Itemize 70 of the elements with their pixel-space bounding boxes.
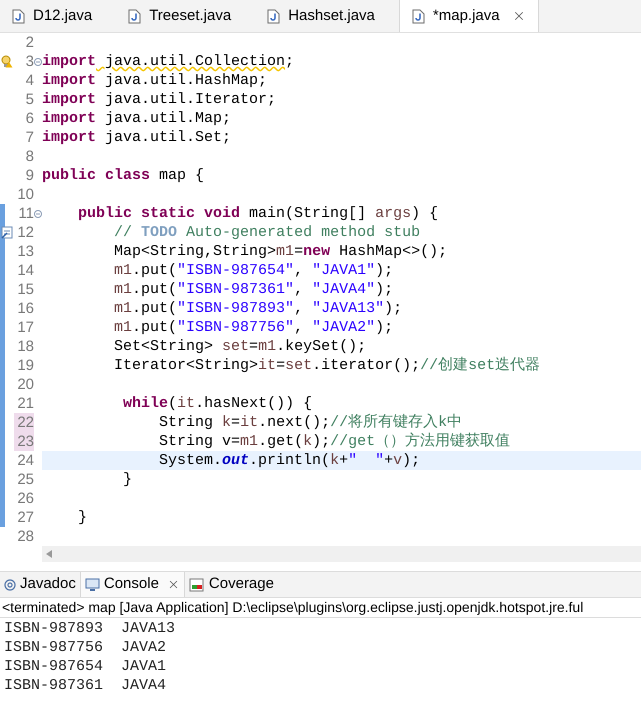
view-tab[interactable]: Console [80,572,185,597]
line-number: 2 [24,33,34,52]
console-output-line: ISBN-987756 JAVA2 [4,638,166,657]
code-line: while(it.hasNext()) { [122,394,312,413]
line-number: 23 [14,432,34,451]
console-output-line: ISBN-987893 JAVA13 [4,619,176,638]
code-line: import java.util.HashMap; [42,71,268,90]
code-line: String v=m1.get(k);//get（）方法用键获取值 [158,432,510,451]
line-number: 24 [16,451,34,470]
java-file-icon [12,8,25,24]
line-number: 8 [24,147,34,166]
line-number: 26 [16,489,34,508]
line-number: 17 [16,318,34,337]
code-line: m1.put("ISBN-987893", "JAVA13"); [113,299,402,318]
scroll-left-icon[interactable] [46,550,52,558]
java-file-icon [267,8,280,24]
code-line: Map<String,String>m1=new HashMap<>(); [113,242,448,261]
line-number: 4 [24,71,34,90]
line-number: 19 [16,356,34,375]
code-line: m1.put("ISBN-987654", "JAVA1"); [113,261,394,280]
line-number: 6 [24,109,34,128]
editor-tab[interactable]: D12.java [0,0,116,32]
line-number: 25 [16,470,34,489]
fold-icon[interactable] [34,58,42,66]
line-number: 10 [16,185,34,204]
console-output-line: ISBN-987654 JAVA1 [4,657,166,676]
line-number: 11 [17,204,34,223]
code-line: Set<String> set=m1.keySet(); [113,337,366,356]
horizontal-scrollbar[interactable] [42,546,641,562]
editor-tab[interactable]: Treeset.java [116,0,256,32]
editor-tab[interactable]: *map.java [398,0,539,32]
line-number: 15 [16,280,34,299]
code-line: import java.util.Collection; [42,52,294,71]
code-line: m1.put("ISBN-987756", "JAVA2"); [113,318,394,337]
console-header: <terminated> map [Java Application] D:\eclipse\plugins\org.eclipse.justj.openjdk.hotspot.jre.ful [1,598,584,617]
code-line: } [77,508,88,527]
line-number: 28 [16,527,34,546]
code-line: // TODO Auto-generated method stub [113,223,420,242]
code-line: import java.util.Iterator; [42,90,276,109]
code-line: m1.put("ISBN-987361", "JAVA4"); [113,280,394,299]
line-number: 12 [16,223,34,242]
java-file-icon [412,8,425,24]
line-number: 9 [24,166,34,185]
monitor-icon [84,578,100,592]
line-number: 27 [16,508,34,527]
editor-tab[interactable]: Hashset.java [255,0,399,32]
line-number: 14 [16,261,34,280]
code-line: import java.util.Map; [42,109,232,128]
line-number: 5 [24,90,34,109]
code-line: System.out.println(k+" "+v); [158,451,420,470]
line-number: 22 [14,413,34,432]
line-number: 21 [16,394,34,413]
java-file-icon [128,8,142,24]
line-number: 20 [16,375,34,394]
code-line: Iterator<String>it=set.iterator();//创建set迭代器 [113,356,540,375]
code-line: public class map { [42,166,204,185]
code-line: public static void main(String[] args) { [77,204,438,223]
view-tab[interactable]: Coverage [184,572,278,597]
code-line: } [122,470,132,489]
line-number: 7 [24,128,34,147]
line-number: 3 [24,52,34,71]
console-output-line: ISBN-987361 JAVA4 [4,676,166,695]
line-number: 13 [16,242,34,261]
fold-icon[interactable] [34,210,42,218]
coverage-icon [188,578,205,592]
code-line: import java.util.Set; [42,128,232,147]
line-number: 16 [16,299,34,318]
line-number: 18 [16,337,34,356]
code-line: String k=it.next();//将所有键存入k中 [158,413,462,432]
view-tab[interactable]: Javadoc [0,572,80,597]
